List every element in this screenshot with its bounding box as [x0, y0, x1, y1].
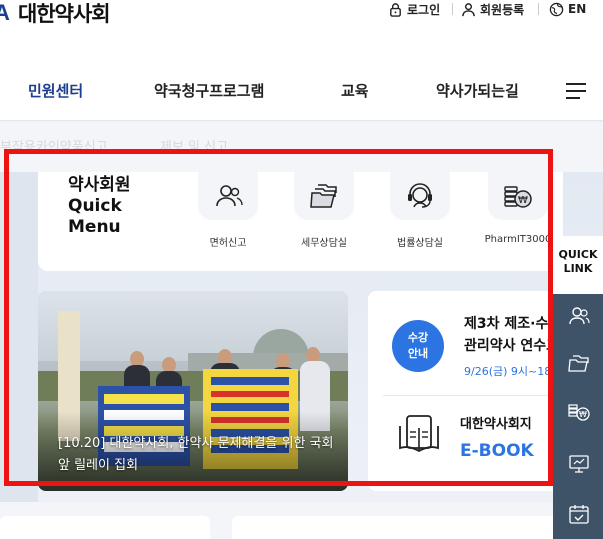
sub-nav: 부작용카인약품신고 제보 및 신고	[0, 122, 603, 172]
quick-menu-tax-consult[interactable]: 세무상담실	[288, 172, 360, 249]
login-link[interactable]: 로그인	[388, 0, 440, 18]
sub-nav-item[interactable]: 제보 및 신고	[160, 136, 228, 155]
divider	[452, 3, 453, 15]
lecture-title[interactable]: 제3차 제조·수입 관리약사 연수교육	[464, 313, 563, 357]
lecture-date: 9/26(금) 9시~18시	[464, 365, 562, 378]
bottom-card	[0, 516, 210, 539]
quick-link-body: ₩	[553, 294, 603, 539]
lock-icon	[390, 2, 401, 17]
people-icon	[198, 172, 258, 220]
svg-text:₩: ₩	[518, 195, 528, 206]
svg-text:₩: ₩	[579, 410, 587, 419]
quick-link-coins-icon[interactable]: ₩	[567, 400, 591, 424]
lecture-badge[interactable]: 수강 안내	[392, 320, 444, 372]
ebook-title[interactable]: 대한약사회지	[460, 413, 532, 432]
quick-link-monitor-icon[interactable]	[567, 452, 591, 476]
quick-menu-legal-consult[interactable]: 법률상담실	[384, 172, 456, 249]
nav-item-become-pharmacist[interactable]: 약사가되는길	[436, 80, 519, 101]
login-label: 로그인	[407, 2, 441, 17]
quick-link-folders-icon[interactable]	[567, 350, 591, 374]
main-nav: 민원센터 약국청구프로그램 교육 약사가되는길	[0, 36, 603, 121]
register-link[interactable]: 회원등록	[461, 0, 524, 18]
logo-mark[interactable]: A	[0, 0, 10, 26]
quick-menu-pharmit[interactable]: ₩ PharmIT3000	[482, 172, 554, 245]
bottom-card	[232, 516, 562, 539]
menu-icon[interactable]	[566, 83, 586, 99]
quick-link-sidebar: QUICK LINK ₩	[553, 236, 603, 539]
bottom-section	[0, 502, 603, 539]
news-caption[interactable]: [10.20] 대한약사회, 한약사 문제해결을 위한 국회 앞 릴레이 집회	[58, 433, 338, 477]
language-link[interactable]: EN	[549, 0, 586, 18]
quick-menu-card: 약사회원 Quick Menu 면허신고 세무상담실 법률상담실 ₩ Pharm…	[38, 172, 563, 271]
site-logo-text[interactable]: 대한약사회	[18, 0, 111, 28]
quick-menu-license-report[interactable]: 면허신고	[192, 172, 264, 249]
page: A 대한약사회 로그인 회원등록 EN 민원센터 약국청구프로그램 교육 약사가…	[0, 0, 603, 539]
content-background-edge	[0, 172, 38, 502]
divider	[538, 3, 539, 15]
quick-link-calendar-check-icon[interactable]	[567, 502, 591, 526]
sub-nav-item[interactable]: 부작용카인약품신고	[0, 136, 108, 155]
nav-item-education[interactable]: 교육	[341, 80, 369, 101]
nav-item-civil-center[interactable]: 민원센터	[28, 80, 83, 101]
user-icon	[462, 2, 475, 16]
quick-menu-title: 약사회원 Quick Menu	[68, 175, 131, 237]
info-card: 수강 안내 제3차 제조·수입 관리약사 연수교육 9/26(금) 9시~18시…	[368, 291, 563, 491]
book-icon	[399, 415, 439, 453]
quick-link-people-icon[interactable]	[567, 304, 591, 328]
coins-won-icon: ₩	[488, 172, 548, 220]
ebook-link[interactable]: E-BOOK	[460, 441, 534, 461]
nav-item-billing-program[interactable]: 약국청구프로그램	[154, 80, 264, 101]
register-label: 회원등록	[480, 2, 525, 17]
quick-link-title: QUICK LINK	[553, 236, 603, 294]
news-photo-card[interactable]: [10.20] 대한약사회, 한약사 문제해결을 위한 국회 앞 릴레이 집회	[38, 291, 348, 491]
headset-icon	[390, 172, 450, 220]
top-bar: A 대한약사회 로그인 회원등록 EN	[0, 0, 603, 36]
folders-icon	[294, 172, 354, 220]
divider	[383, 395, 563, 396]
language-label: EN	[568, 2, 587, 16]
globe-icon	[549, 2, 564, 16]
